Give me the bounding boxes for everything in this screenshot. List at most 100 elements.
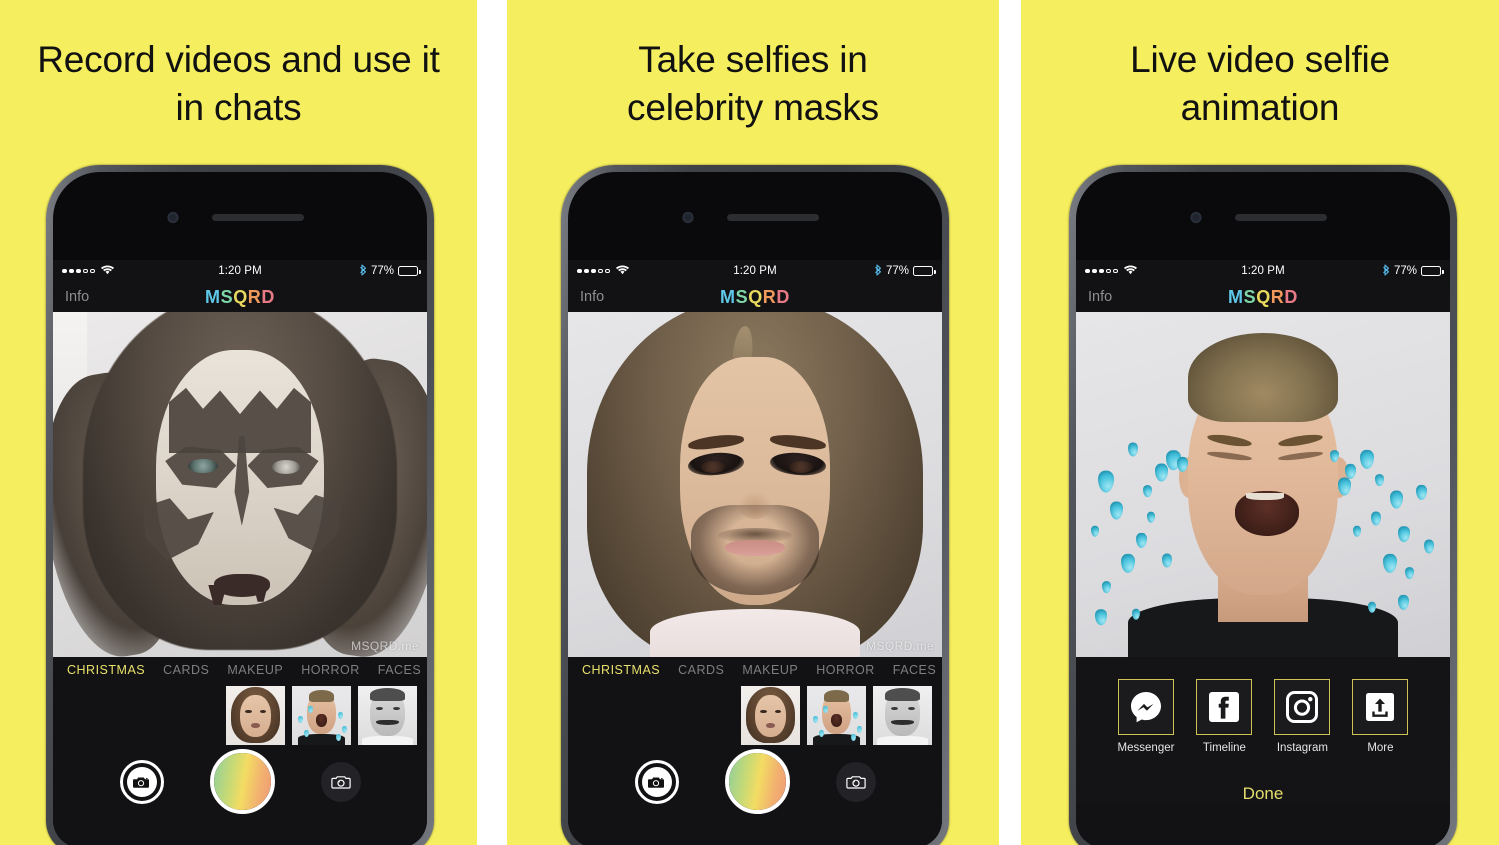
- earpiece-speaker-icon: [727, 214, 819, 221]
- mask-thumbnail-strip[interactable]: [53, 683, 427, 749]
- share-label: Messenger: [1117, 742, 1175, 754]
- app-nav-bar: Info MSQRD: [1076, 282, 1450, 312]
- tear-drop-icon: [1154, 463, 1168, 482]
- phone-inner-bezel: 1:20 PM 77% Info MSQRD: [53, 172, 427, 845]
- msqrd-letter-r: R: [762, 286, 777, 307]
- camera-viewport[interactable]: MSQRD.me: [568, 312, 942, 657]
- msqrd-letter-r: R: [1270, 286, 1285, 307]
- category-tab-faces[interactable]: FACES: [378, 663, 422, 677]
- earpiece-speaker-icon: [1235, 214, 1327, 221]
- status-clock: 1:20 PM: [733, 265, 777, 277]
- msqrd-letter-q: Q: [748, 286, 763, 307]
- msqrd-letter-s: S: [1243, 286, 1257, 307]
- status-bar: 1:20 PM 77%: [1076, 260, 1450, 282]
- msqrd-logo: MSQRD: [1076, 287, 1450, 308]
- msqrd-letter-s: S: [735, 286, 749, 307]
- category-tab-christmas[interactable]: CHRISTMAS: [582, 663, 660, 677]
- facebook-icon[interactable]: [1196, 679, 1253, 735]
- shutter-gradient-button[interactable]: [724, 749, 790, 814]
- tear-drop-icon: [1135, 532, 1147, 548]
- status-clock: 1:20 PM: [218, 265, 262, 277]
- msqrd-letter-m: M: [719, 286, 736, 307]
- msqrd-letter-m: M: [204, 286, 221, 307]
- messenger-icon[interactable]: [1117, 679, 1174, 735]
- share-label: Instagram: [1276, 742, 1328, 754]
- watermark: MSQRD.me: [351, 639, 419, 653]
- app-store-screenshot-set: Record videos and use it in chats 1:20 P…: [0, 0, 1499, 845]
- msqrd-letter-r: R: [247, 286, 262, 307]
- msqrd-letter-q: Q: [1256, 286, 1271, 307]
- category-tab-makeup[interactable]: MAKEUP: [227, 663, 283, 677]
- mask-crying-tears[interactable]: [292, 685, 351, 745]
- tear-drop-icon: [1337, 477, 1351, 496]
- iphone-device-frame: 1:20 PM 77% Info MSQRD: [561, 165, 949, 845]
- phone-screen: 1:20 PM 77% Info MSQRD: [568, 260, 942, 845]
- tear-drop-icon: [1382, 553, 1397, 573]
- msqrd-letter-m: M: [1227, 286, 1244, 307]
- mask-mustache-man[interactable]: [358, 685, 417, 745]
- category-tab-christmas[interactable]: CHRISTMAS: [67, 663, 145, 677]
- share-options-row[interactable]: Messenger Timeline Instagram More: [1118, 679, 1409, 754]
- mask-category-tabs[interactable]: CHRISTMAS CARDS MAKEUP HORROR FACES: [53, 657, 427, 683]
- tear-drop-icon: [1109, 501, 1123, 520]
- category-tab-makeup[interactable]: MAKEUP: [742, 663, 798, 677]
- status-clock: 1:20 PM: [1241, 265, 1285, 277]
- scene-celebrity-mask-woman: [568, 312, 942, 657]
- tear-drop-icon: [1120, 553, 1135, 573]
- iphone-device-frame: 1:20 PM 77% Info MSQRD: [1069, 165, 1457, 845]
- camera-controls: [568, 749, 942, 822]
- mask-category-tabs[interactable]: CHRISTMAS CARDS MAKEUP HORROR FACES: [568, 657, 942, 683]
- tear-drop-icon: [1352, 525, 1361, 537]
- msqrd-logo: MSQRD: [568, 287, 942, 308]
- msqrd-logo: MSQRD: [53, 287, 427, 308]
- status-bar: 1:20 PM 77%: [53, 260, 427, 282]
- mask-crying-tears[interactable]: [807, 685, 866, 745]
- share-item-messenger[interactable]: Messenger: [1117, 679, 1175, 754]
- category-tab-cards[interactable]: CARDS: [678, 663, 724, 677]
- panel-record-videos: Record videos and use it in chats 1:20 P…: [0, 0, 477, 845]
- camera-photo-icon[interactable]: [119, 759, 164, 804]
- phone-screen: 1:20 PM 77% Info MSQRD: [53, 260, 427, 845]
- app-nav-bar: Info MSQRD: [53, 282, 427, 312]
- tear-drop-icon: [1423, 539, 1434, 554]
- iphone-device-frame: 1:20 PM 77% Info MSQRD: [46, 165, 434, 845]
- category-tab-faces[interactable]: FACES: [893, 663, 937, 677]
- front-camera-icon: [682, 212, 694, 223]
- page-title: Record videos and use it in chats: [37, 39, 440, 128]
- category-tab-horror[interactable]: HORROR: [816, 663, 875, 677]
- camera-viewport[interactable]: [1076, 312, 1450, 657]
- page-title: Take selfies in celebrity masks: [627, 39, 879, 128]
- category-tab-cards[interactable]: CARDS: [163, 663, 209, 677]
- camera-viewport[interactable]: MSQRD.me: [53, 312, 427, 657]
- tear-drop-icon: [1367, 601, 1376, 613]
- scene-kiss-facepaint-woman: [53, 312, 427, 657]
- earpiece-speaker-icon: [212, 214, 304, 221]
- phone-screen: 1:20 PM 77% Info MSQRD: [1076, 260, 1450, 845]
- share-item-instagram[interactable]: Instagram: [1274, 679, 1331, 754]
- shutter-gradient-button[interactable]: [209, 749, 275, 814]
- battery-icon: [398, 266, 421, 276]
- battery-icon: [913, 266, 936, 276]
- share-sheet: Messenger Timeline Instagram More Done: [1076, 657, 1450, 804]
- msqrd-letter-d: D: [776, 286, 791, 307]
- tear-drop-icon: [1397, 525, 1410, 543]
- camera-photo-icon[interactable]: [634, 759, 679, 804]
- done-button[interactable]: Done: [1243, 784, 1284, 804]
- watermark: MSQRD.me: [866, 639, 934, 653]
- front-camera-icon: [167, 212, 179, 223]
- instagram-icon[interactable]: [1274, 679, 1331, 735]
- mask-mustache-man[interactable]: [873, 685, 932, 745]
- share-upload-icon[interactable]: [1352, 679, 1409, 735]
- mask-celebrity-woman[interactable]: [226, 685, 285, 745]
- share-item-timeline[interactable]: Timeline: [1196, 679, 1253, 754]
- battery-icon: [1421, 266, 1444, 276]
- camera-flip-icon[interactable]: [320, 761, 361, 802]
- mask-celebrity-woman[interactable]: [741, 685, 800, 745]
- msqrd-letter-d: D: [261, 286, 276, 307]
- category-tab-horror[interactable]: HORROR: [301, 663, 360, 677]
- mask-thumbnail-strip[interactable]: [568, 683, 942, 749]
- camera-controls: [53, 749, 427, 822]
- phone-inner-bezel: 1:20 PM 77% Info MSQRD: [1076, 172, 1450, 845]
- camera-flip-icon[interactable]: [835, 761, 876, 802]
- share-item-more[interactable]: More: [1352, 679, 1409, 754]
